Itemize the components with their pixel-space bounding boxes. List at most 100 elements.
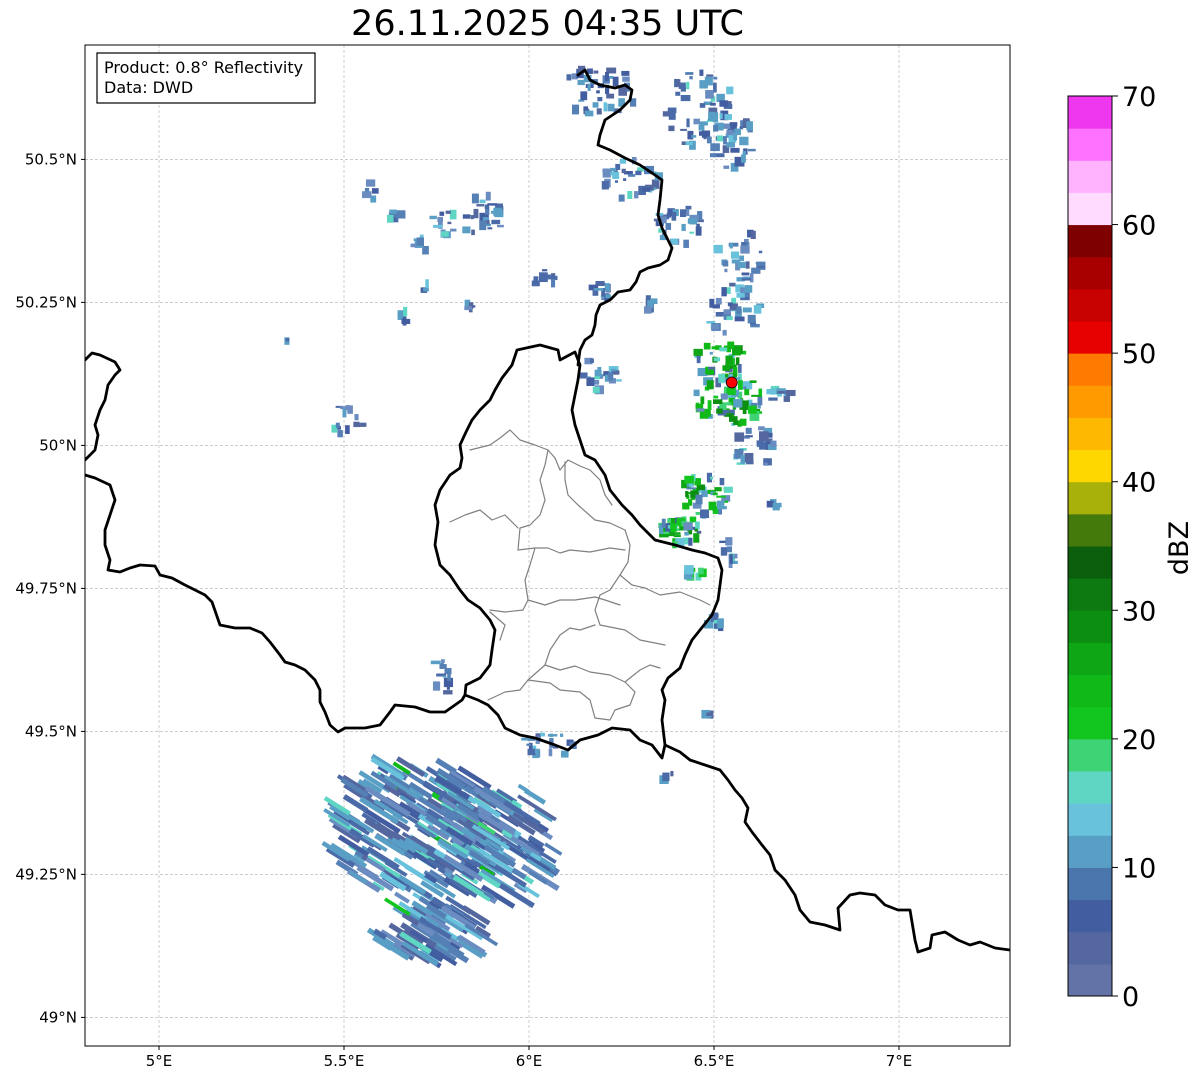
echo-cell (433, 224, 443, 228)
echo-cell (551, 279, 556, 288)
echo-cell (476, 204, 485, 207)
echo-cell (716, 500, 725, 507)
colorbar-band (1068, 674, 1112, 708)
echo-cell (603, 102, 608, 112)
echo-cell (744, 452, 754, 463)
echo-cell (739, 255, 745, 261)
echo-cell (444, 667, 452, 675)
colorbar-band (1068, 867, 1112, 901)
echo-cell (713, 76, 718, 80)
echo-cell (725, 537, 733, 546)
echo-cell (443, 690, 453, 695)
echo-cell (541, 274, 552, 280)
echo-cell (716, 135, 724, 142)
echo-cell (757, 265, 766, 269)
echo-cell (621, 168, 626, 174)
echo-cell (695, 403, 704, 409)
info-product-text: Product: 0.8° Reflectivity (104, 58, 303, 77)
echo-cell (425, 279, 429, 289)
echo-cell (749, 273, 754, 283)
echo-cell (734, 316, 745, 322)
echo-cell (668, 125, 675, 132)
echo-cell (566, 74, 572, 81)
echo-cell (704, 76, 713, 86)
echo-cell (687, 218, 698, 224)
echo-cell (768, 397, 778, 401)
tick-label-lat: 50.5°N (25, 150, 77, 168)
echo-cell (446, 680, 450, 690)
echo-cell (548, 748, 553, 757)
echo-cell (670, 770, 674, 777)
echo-cell (441, 659, 445, 663)
echo-cell (623, 178, 627, 181)
tick-label-lat: 49.25°N (15, 865, 77, 883)
tick-label-lon: 6°E (516, 1052, 543, 1070)
echo-cell (726, 142, 735, 148)
echo-cell (716, 408, 723, 414)
colorbar-band (1068, 738, 1112, 772)
echo-cell (593, 70, 599, 74)
info-box: Product: 0.8° Reflectivity Data: DWD (96, 52, 316, 104)
echo-cell (696, 355, 701, 364)
echo-cell (747, 314, 756, 324)
radar-site-marker[interactable] (725, 376, 738, 389)
echo-cell (594, 369, 602, 378)
echo-cell (610, 167, 617, 172)
echo-cell (723, 136, 727, 145)
echo-cell (596, 108, 602, 115)
colorbar-band (1068, 931, 1112, 965)
echo-cell (742, 150, 747, 156)
colorbar-band (1068, 224, 1112, 258)
echo-cell (680, 95, 691, 102)
echo-cell (766, 389, 777, 395)
echo-cell (673, 535, 681, 538)
echo-cell (709, 298, 715, 308)
colorbar: 0 10 20 30 40 50 60 70 dBZ (1067, 82, 1195, 1013)
echo-cell (712, 492, 718, 496)
echo-cell (614, 180, 618, 183)
echo-cell (744, 285, 753, 293)
echo-cell (462, 226, 471, 234)
echo-cell (722, 402, 732, 406)
colorbar-band (1068, 192, 1112, 226)
echo-cell (713, 357, 721, 362)
echo-cell (593, 288, 604, 291)
echo-cell (665, 222, 672, 230)
colorbar-band (1068, 835, 1112, 868)
echo-cell (462, 214, 471, 219)
echo-cell (691, 497, 696, 500)
echo-cell (491, 219, 501, 225)
echo-cell (635, 170, 642, 176)
echo-cell (627, 174, 636, 177)
echo-cell (358, 423, 367, 427)
echo-cell (680, 87, 686, 92)
echo-cell (689, 231, 695, 234)
echo-cell (442, 675, 447, 678)
echo-cell (485, 191, 491, 201)
echo-cell (738, 364, 742, 373)
echo-cell (604, 283, 610, 292)
echo-cell (713, 399, 723, 405)
echo-cell (479, 199, 486, 204)
echo-cell (487, 203, 498, 206)
echo-cell (681, 223, 686, 231)
echo-cell (706, 136, 712, 144)
echo-cell (739, 136, 749, 146)
echo-cell (386, 214, 394, 223)
colorbar-band (1068, 160, 1112, 193)
echo-cell (721, 287, 727, 297)
echo-cell (723, 486, 733, 493)
echo-cell (713, 395, 719, 399)
echo-cell (335, 422, 340, 428)
echo-cell (439, 211, 445, 216)
echo-cell (470, 215, 474, 220)
echo-cell (688, 537, 693, 546)
echo-cell (719, 100, 729, 107)
echo-cell (447, 673, 451, 682)
echo-cell (732, 560, 738, 564)
echo-cell (584, 110, 594, 117)
echo-cell (726, 546, 733, 553)
echo-cell (695, 226, 702, 236)
echo-cell (707, 400, 712, 411)
map-axes: 5°E 5.5°E 6°E 6.5°E 7°E 50.5°N 50.25°N 50°N 49.7… (15, 44, 1011, 1070)
